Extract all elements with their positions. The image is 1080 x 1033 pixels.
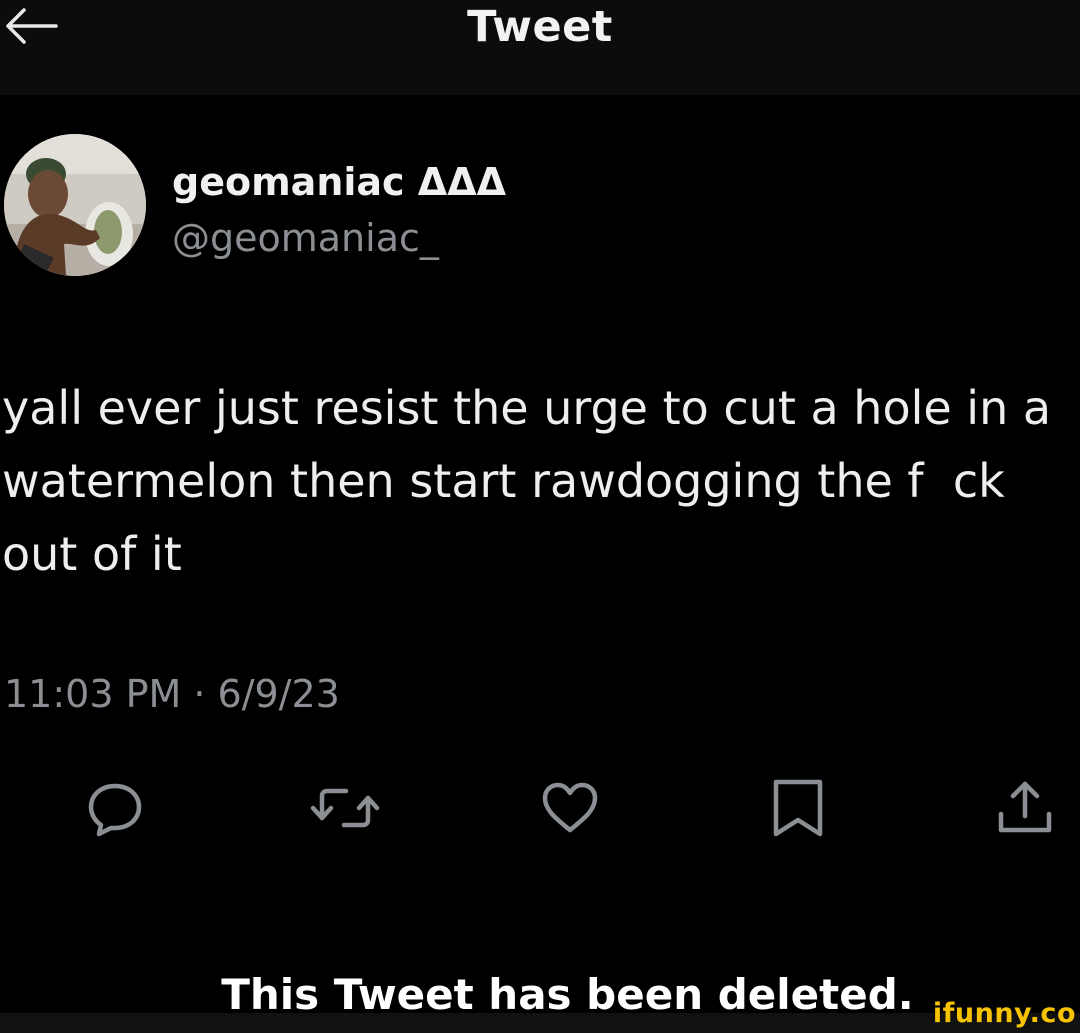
page-title: Tweet [467,2,613,52]
share-icon[interactable] [995,778,1055,838]
tweet-text: yall ever just resist the urge to cut a … [2,381,1052,581]
bookmark-icon[interactable] [768,778,828,838]
retweet-icon[interactable] [310,778,380,838]
avatar[interactable] [4,134,146,276]
top-bar: Tweet [0,0,1080,95]
ifunny-watermark: ifunny.co [932,998,1076,1029]
reply-icon[interactable] [85,778,145,838]
author-handle[interactable]: @geomaniac_ [172,216,439,260]
tweet-timestamp[interactable]: 11:03 PM · 6/9/23 [4,672,340,716]
avatar-image [4,134,146,276]
bottom-strip [0,1013,1080,1033]
deleted-caption: This Tweet has been deleted. [221,970,914,1019]
heart-icon[interactable] [540,778,600,838]
author-display-name[interactable]: geomaniac ΔΔΔ [172,160,506,204]
